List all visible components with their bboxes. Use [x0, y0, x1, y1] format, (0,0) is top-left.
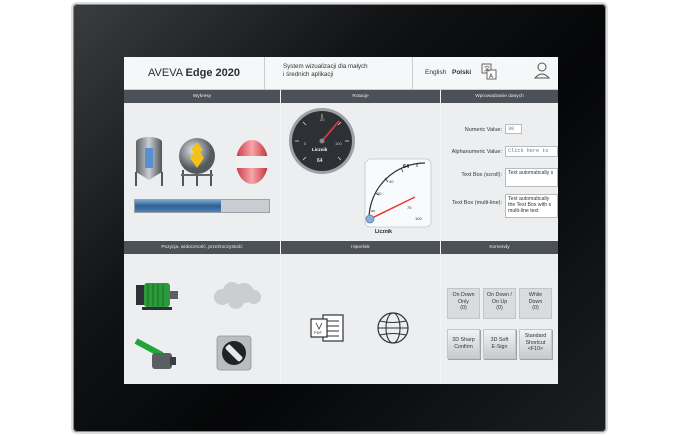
gauge2-value: 64 — [403, 164, 410, 170]
reactor-tank-icon — [179, 138, 215, 186]
panel-title: Pozycja, widoczność, przeźroczystość — [124, 241, 280, 254]
level-progress-bar — [134, 199, 270, 213]
brand-logo: AVEVA Edge 2020 — [124, 57, 265, 89]
brand-name: Edge 2020 — [185, 67, 240, 79]
panel-title: Wprowadzanie danych — [441, 90, 558, 103]
panel-hiperlink: Hiperlink PDF — [281, 241, 440, 384]
numeric-value-input[interactable]: 30 — [505, 124, 522, 134]
silo-tank-icon — [135, 137, 163, 186]
system-title-line1: System wizualizacji dla małych — [283, 63, 368, 70]
lang-polski-button[interactable]: Polski — [452, 57, 482, 89]
svg-text:40: 40 — [389, 179, 394, 184]
panel-pozycja: Pozycja, widoczność, przeźroczystość — [124, 241, 280, 384]
selector-switch-icon — [216, 335, 252, 371]
panel-title: Komendy — [441, 241, 558, 254]
gauge1-value: 64 — [317, 158, 323, 164]
textbox-scroll-label: Text Box (scroll): — [461, 172, 502, 178]
panel-title: Rotacje — [281, 90, 440, 103]
numeric-value-label: Numeric Value: — [464, 127, 502, 133]
capsule-tank-icon — [236, 140, 268, 184]
while-down-button[interactable]: While Down (0) — [519, 288, 552, 319]
textbox-scroll[interactable]: Text automatically s — [505, 168, 558, 187]
3d-soft-e-sign-button[interactable]: 3D Soft E-Sign — [483, 329, 516, 359]
panel-title: Hiperlink — [281, 241, 440, 254]
gauge2-label: Licznik — [375, 229, 392, 235]
pdf-document-icon[interactable]: PDF — [309, 313, 345, 343]
standard-shortcut-button[interactable]: Standard Shortcut <F10> — [519, 329, 552, 359]
user-icon[interactable] — [534, 61, 550, 81]
svg-text:100: 100 — [415, 216, 422, 221]
button-line: 3D Sharp — [452, 337, 475, 343]
on-down-only-button[interactable]: On Down Only (0) — [447, 288, 480, 319]
panel-komendy: Komendy On Down Only (0) On Down / On Up… — [441, 241, 558, 384]
valve-lever-icon — [134, 338, 176, 369]
translate-icon[interactable]: 文 A — [481, 63, 497, 81]
system-title-line2: i średnich aplikacji — [283, 71, 334, 78]
gauge1-label: Licznik — [312, 147, 328, 152]
panel-wprowadzanie-danych: Wprowadzanie danych Numeric Value: 30 Al… — [441, 90, 558, 240]
3d-sharp-confirm-button[interactable]: 3D Sharp Confirm — [447, 329, 480, 359]
alphanumeric-value-input[interactable]: Click here to — [505, 146, 558, 157]
panel-wykresy: Wykresy — [124, 90, 280, 240]
button-line: Confirm — [454, 343, 473, 350]
panel-title: Wykresy — [124, 90, 280, 103]
button-line: (0) — [496, 305, 503, 311]
progress-fill — [135, 200, 221, 212]
panel-rotacje: Rotacje 20 0 100 Licznik 64 20 40 75 100… — [281, 90, 440, 240]
button-line: E-Sign — [491, 343, 508, 350]
button-line: <F10> — [527, 346, 544, 352]
svg-text:PDF: PDF — [314, 330, 323, 335]
button-line: On Down — [452, 292, 475, 298]
button-line: (0) — [460, 305, 467, 311]
button-line: On Down / — [486, 292, 513, 298]
motor-icon — [136, 283, 178, 310]
svg-text:100: 100 — [335, 141, 342, 146]
alphanumeric-value-label: Alphanumeric Value: — [451, 149, 502, 155]
system-title: System wizualizacji dla małych i średnic… — [265, 63, 418, 79]
quarter-gauge: 20 40 75 100 64 Licznik — [364, 158, 432, 235]
svg-text:75: 75 — [407, 205, 412, 210]
smoke-icon — [214, 282, 261, 309]
textbox-multiline[interactable]: Text automatically the Text Box with s m… — [505, 194, 558, 218]
brand-prefix: AVEVA — [148, 67, 183, 79]
svg-text:20: 20 — [320, 117, 325, 122]
button-line: (0) — [532, 305, 539, 311]
textbox-multiline-label: Text Box (multi-line): — [452, 200, 502, 206]
svg-text:文: 文 — [484, 65, 490, 73]
svg-text:20: 20 — [377, 191, 382, 196]
hmi-screen: AVEVA Edge 2020 System wizualizacji dla … — [124, 57, 558, 384]
round-gauge: 20 0 100 Licznik 64 — [289, 108, 355, 174]
on-down-on-up-button[interactable]: On Down / On Up (0) — [483, 288, 516, 319]
globe-icon[interactable] — [376, 311, 410, 345]
top-bar: AVEVA Edge 2020 System wizualizacji dla … — [124, 57, 558, 90]
